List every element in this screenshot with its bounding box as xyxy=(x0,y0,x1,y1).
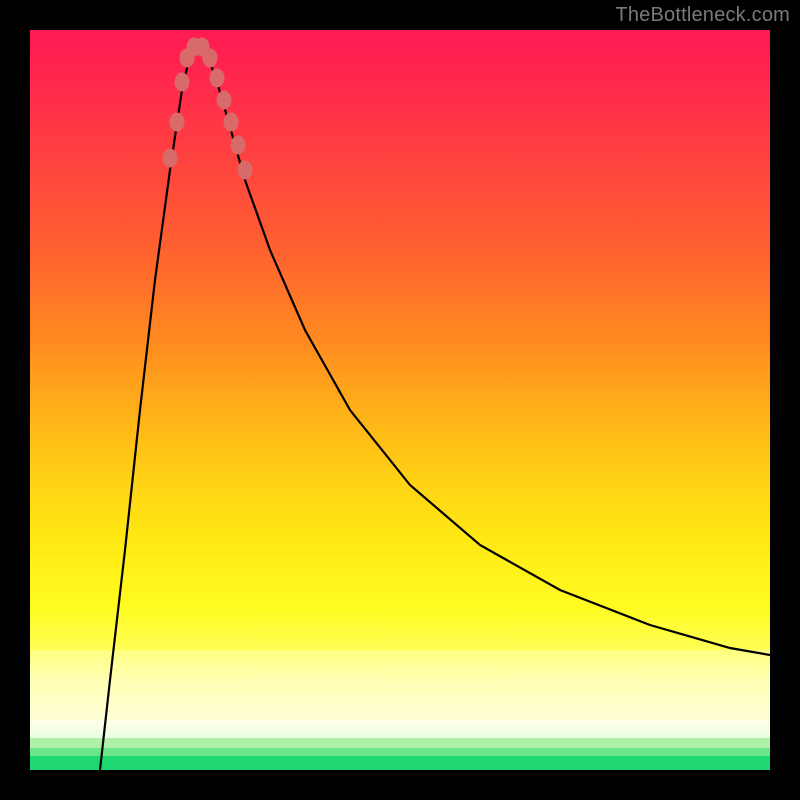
curve-marker xyxy=(224,113,238,131)
curve-marker xyxy=(217,91,231,109)
curve-marker xyxy=(170,113,184,131)
bottleneck-curve xyxy=(100,45,770,770)
curve-marker xyxy=(203,49,217,67)
curve-marker xyxy=(238,161,252,179)
plot-area xyxy=(30,30,770,770)
curve-marker xyxy=(231,136,245,154)
chart-frame: TheBottleneck.com xyxy=(0,0,800,800)
curve-marker xyxy=(210,69,224,87)
curve-marker xyxy=(163,149,177,167)
watermark-text: TheBottleneck.com xyxy=(615,4,790,27)
curve-svg xyxy=(30,30,770,770)
curve-marker xyxy=(175,73,189,91)
